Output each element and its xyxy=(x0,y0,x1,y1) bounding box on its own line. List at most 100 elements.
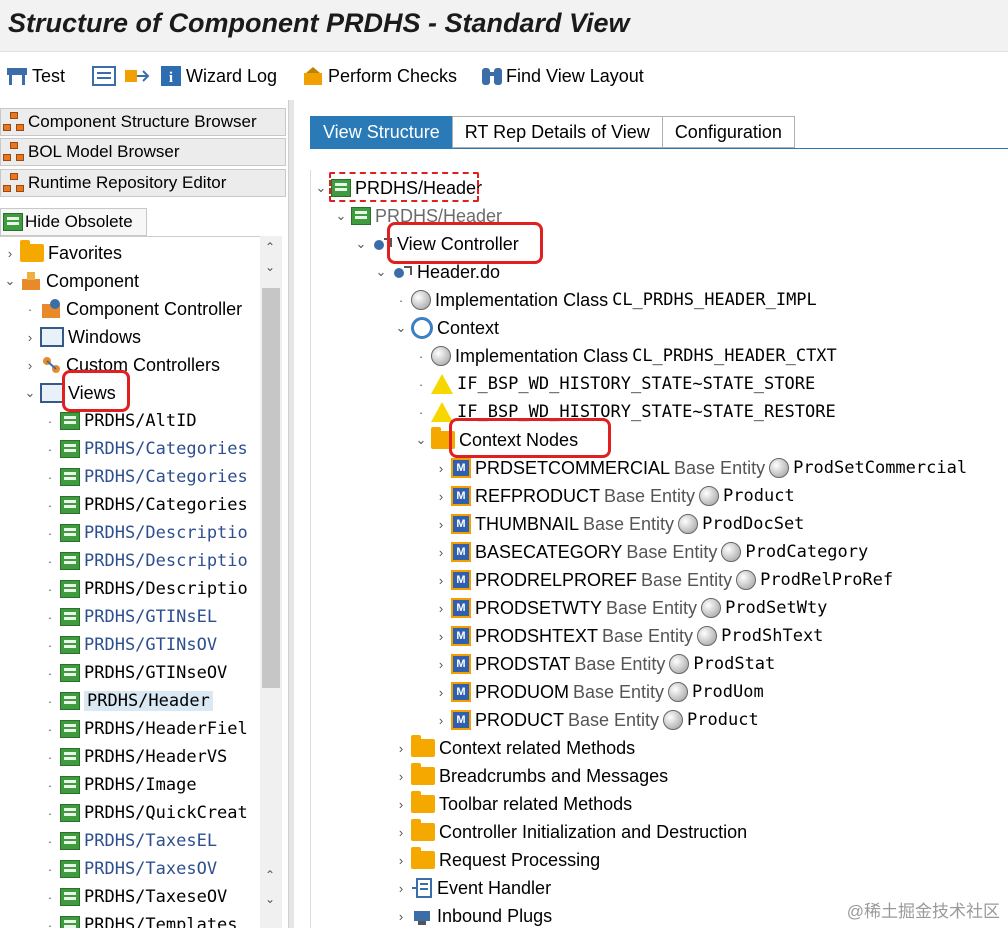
tree-node-ctx-impl-class[interactable]: · Implementation Class CL_PRDHS_HEADER_C… xyxy=(415,342,837,370)
chevron-right-icon[interactable]: › xyxy=(435,573,447,588)
checks-icon xyxy=(302,65,324,87)
chevron-right-icon[interactable]: › xyxy=(24,358,36,373)
context-node-row[interactable]: › M PRODRELPROREF Base Entity ProdRelProRef xyxy=(435,566,893,594)
scroll-up-icon[interactable]: ⌃ xyxy=(265,868,275,882)
view-list-item[interactable]: · PRDHS/TaxeseOV xyxy=(44,883,227,911)
chevron-down-icon[interactable]: ⌄ xyxy=(375,264,387,280)
method-folder-row[interactable]: › Controller Initialization and Destructi… xyxy=(395,818,747,846)
chevron-right-icon[interactable]: › xyxy=(435,517,447,532)
view-list-item[interactable]: · PRDHS/Categories xyxy=(44,463,248,491)
view-list-item[interactable]: · PRDHS/TaxesOV xyxy=(44,855,217,883)
chevron-down-icon[interactable]: ⌄ xyxy=(395,320,407,336)
view-list-item[interactable]: · PRDHS/Image xyxy=(44,771,197,799)
wizard-log-button[interactable]: i Wizard Log xyxy=(160,62,277,90)
chevron-down-icon[interactable]: ⌄ xyxy=(355,236,367,252)
context-node-row[interactable]: › M BASECATEGORY Base Entity ProdCategory xyxy=(435,538,868,566)
view-list-item[interactable]: · PRDHS/GTINseOV xyxy=(44,659,227,687)
view-list-item[interactable]: · PRDHS/HeaderVS xyxy=(44,743,227,771)
chevron-right-icon[interactable]: › xyxy=(395,909,407,924)
view-list-item[interactable]: · PRDHS/Categories xyxy=(44,491,248,519)
context-node-row[interactable]: › M PRODSHTEXT Base Entity ProdShText xyxy=(435,622,823,650)
chevron-right-icon[interactable]: › xyxy=(435,685,447,700)
navigate-button[interactable] xyxy=(124,62,150,90)
tree-node-inbound-plugs[interactable]: › Inbound Plugs xyxy=(395,902,552,928)
view-list-item[interactable]: · PRDHS/AltID xyxy=(44,407,197,435)
tree-node-component-controller[interactable]: · Component Controller xyxy=(24,295,242,323)
chevron-right-icon[interactable]: › xyxy=(4,246,16,261)
base-entity-value: ProdShText xyxy=(721,626,824,646)
tree-node-event-handler[interactable]: › Event Handler xyxy=(395,874,551,902)
tab-configuration[interactable]: Configuration xyxy=(661,116,795,148)
chevron-right-icon[interactable]: › xyxy=(435,489,447,504)
chevron-right-icon[interactable]: › xyxy=(435,629,447,644)
chevron-down-icon[interactable]: ⌄ xyxy=(315,180,327,196)
test-button[interactable]: Test xyxy=(6,62,65,90)
view-list-item[interactable]: · PRDHS/Header xyxy=(44,687,213,715)
chevron-down-icon[interactable]: ⌄ xyxy=(415,432,427,448)
scroll-thumb[interactable] xyxy=(262,288,280,688)
scroll-down-icon[interactable]: ⌄ xyxy=(265,260,275,274)
root-selection xyxy=(329,172,479,202)
tree-node-impl-class[interactable]: · Implementation Class CL_PRDHS_HEADER_I… xyxy=(395,286,817,314)
watermark: @稀土掘金技术社区 xyxy=(846,902,1000,921)
list-button[interactable] xyxy=(92,62,116,90)
chevron-right-icon[interactable]: › xyxy=(395,741,407,756)
tab-view-structure[interactable]: View Structure xyxy=(310,116,453,148)
tree-node-component[interactable]: ⌄ Component xyxy=(4,267,140,295)
view-item-label: PRDHS/Categories xyxy=(84,495,248,515)
method-folder-row[interactable]: › Request Processing xyxy=(395,846,600,874)
method-folder-row[interactable]: › Breadcrumbs and Messages xyxy=(395,762,668,790)
left-scrollbar[interactable]: ⌃ ⌄ ⌃ ⌄ xyxy=(260,236,282,928)
method-folder-row[interactable]: › Context related Methods xyxy=(395,734,635,762)
tree-node-context[interactable]: ⌄ Context xyxy=(395,314,499,342)
context-node-row[interactable]: › M PRODUOM Base Entity ProdUom xyxy=(435,678,764,706)
view-list-item[interactable]: · PRDHS/Descriptio xyxy=(44,575,248,603)
tree-node-favorites[interactable]: › Favorites xyxy=(4,239,122,267)
chevron-right-icon[interactable]: › xyxy=(435,657,447,672)
view-list-item[interactable]: · PRDHS/HeaderFiel xyxy=(44,715,248,743)
chevron-right-icon[interactable]: › xyxy=(435,461,447,476)
context-node-row[interactable]: › M PRDSETCOMMERCIAL Base Entity ProdSetComm… xyxy=(435,454,967,482)
entity-icon xyxy=(701,598,722,618)
chevron-down-icon[interactable]: ⌄ xyxy=(4,273,16,289)
tree-node-header-do[interactable]: ⌄ Header.do xyxy=(375,258,501,286)
hide-obsolete-button[interactable]: Hide Obsolete xyxy=(0,208,147,236)
context-node-row[interactable]: › M PRODSETWTY Base Entity ProdSetWty xyxy=(435,594,827,622)
scroll-down-icon[interactable]: ⌄ xyxy=(265,892,275,906)
context-node-row[interactable]: › M PRODUCT Base Entity Product xyxy=(435,706,759,734)
chevron-right-icon[interactable]: › xyxy=(435,545,447,560)
chevron-right-icon[interactable]: › xyxy=(395,769,407,784)
runtime-repository-editor-button[interactable]: Runtime Repository Editor xyxy=(0,169,286,197)
tab-rt-rep-details[interactable]: RT Rep Details of View xyxy=(451,116,663,148)
scroll-up-icon[interactable]: ⌃ xyxy=(265,240,275,254)
tree-node-state-store[interactable]: · IF_BSP_WD_HISTORY_STATE~STATE_STORE xyxy=(415,370,815,398)
context-node-row[interactable]: › M THUMBNAIL Base Entity ProdDocSet xyxy=(435,510,804,538)
chevron-right-icon[interactable]: › xyxy=(395,797,407,812)
component-structure-browser-button[interactable]: Component Structure Browser xyxy=(0,108,286,136)
tab-bar: View Structure RT Rep Details of View Co… xyxy=(310,116,795,148)
chevron-right-icon[interactable]: › xyxy=(435,601,447,616)
chevron-right-icon[interactable]: › xyxy=(395,825,407,840)
tree-node-windows[interactable]: › Windows xyxy=(24,323,141,351)
chevron-right-icon[interactable]: › xyxy=(395,881,407,896)
view-list-item[interactable]: · PRDHS/Descriptio xyxy=(44,547,248,575)
chevron-down-icon[interactable]: ⌄ xyxy=(335,208,347,224)
perform-checks-button[interactable]: Perform Checks xyxy=(302,62,457,90)
view-list-item[interactable]: · PRDHS/GTINsEL xyxy=(44,603,217,631)
chevron-right-icon[interactable]: › xyxy=(435,713,447,728)
chevron-down-icon[interactable]: ⌄ xyxy=(24,385,36,401)
view-list-item[interactable]: · PRDHS/Descriptio xyxy=(44,519,248,547)
context-node-row[interactable]: › M REFPRODUCT Base Entity Product xyxy=(435,482,795,510)
leaf-dot: · xyxy=(47,805,53,821)
method-folder-row[interactable]: › Toolbar related Methods xyxy=(395,790,632,818)
bol-model-browser-button[interactable]: BOL Model Browser xyxy=(0,138,286,166)
view-list-item[interactable]: · PRDHS/GTINsOV xyxy=(44,631,217,659)
view-list-item[interactable]: · PRDHS/TaxesEL xyxy=(44,827,217,855)
find-view-layout-button[interactable]: Find View Layout xyxy=(480,62,644,90)
context-node-row[interactable]: › M PRODSTAT Base Entity ProdStat xyxy=(435,650,775,678)
view-list-item[interactable]: · PRDHS/Categories xyxy=(44,435,248,463)
view-list-item[interactable]: · PRDHS/QuickCreat xyxy=(44,799,248,827)
chevron-right-icon[interactable]: › xyxy=(24,330,36,345)
chevron-right-icon[interactable]: › xyxy=(395,853,407,868)
view-list-item[interactable]: · PRDHS/Templates xyxy=(44,911,238,928)
